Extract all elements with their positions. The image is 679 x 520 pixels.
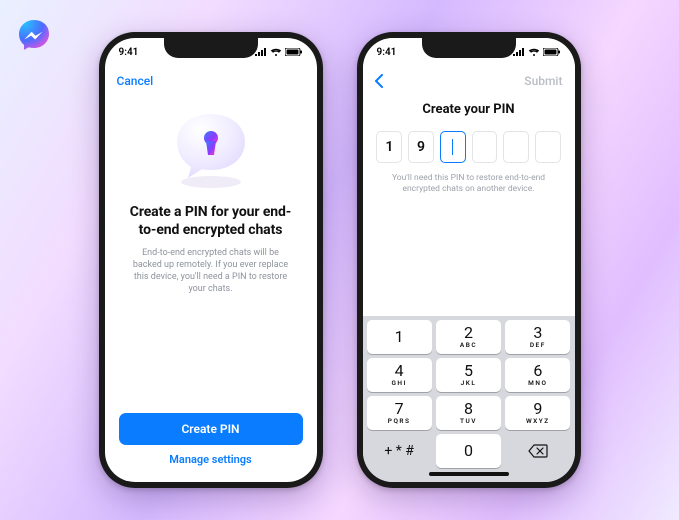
create-pin-title: Create your PIN	[363, 102, 575, 117]
wifi-icon	[528, 48, 540, 56]
nav-bar: Submit	[363, 66, 575, 96]
pin-digit-3[interactable]	[440, 131, 466, 163]
home-indicator	[429, 472, 509, 476]
back-button[interactable]	[375, 74, 384, 88]
device-notch	[422, 38, 516, 58]
pin-digit-4[interactable]	[472, 131, 498, 163]
keypad-key-7[interactable]: 7PQRS	[367, 396, 432, 430]
phone-mock-left: 9:41 Cancel	[99, 32, 323, 488]
pin-digit-2[interactable]: 9	[408, 131, 434, 163]
onboarding-hero: Create a PIN for your end-to-end encrypt…	[105, 96, 317, 413]
pin-digit-6[interactable]	[535, 131, 561, 163]
text-caret	[452, 139, 454, 155]
phone-screen: 9:41	[363, 38, 575, 482]
keypad-key-symbols[interactable]: + * #	[367, 434, 432, 468]
cancel-button[interactable]: Cancel	[117, 74, 154, 88]
pin-input-row: 1 9	[363, 131, 575, 163]
phone-mock-right: 9:41	[357, 32, 581, 488]
keypad-key-3[interactable]: 3DEF	[505, 320, 570, 354]
keypad-key-2[interactable]: 2ABC	[436, 320, 501, 354]
status-time: 9:41	[119, 47, 139, 58]
messenger-logo	[16, 18, 52, 54]
keypad-key-4[interactable]: 4GHI	[367, 358, 432, 392]
onboarding-body: End-to-end encrypted chats will be backe…	[125, 247, 297, 296]
wifi-icon	[270, 48, 282, 56]
pin-digit-5[interactable]	[503, 131, 529, 163]
pin-help-text: You'll need this PIN to restore end-to-e…	[363, 163, 575, 196]
keypad-key-1[interactable]: 1	[367, 320, 432, 354]
keypad-key-0[interactable]: 0	[436, 434, 501, 468]
lock-speech-bubble-icon	[161, 108, 261, 194]
keypad-key-delete[interactable]	[505, 434, 570, 468]
onboarding-footer: Create PIN Manage settings	[105, 413, 317, 482]
keypad-key-8[interactable]: 8TUV	[436, 396, 501, 430]
device-notch	[164, 38, 258, 58]
keypad-key-5[interactable]: 5JKL	[436, 358, 501, 392]
create-pin-button[interactable]: Create PIN	[119, 413, 303, 445]
battery-icon	[543, 48, 561, 56]
battery-icon	[285, 48, 303, 56]
keypad-key-9[interactable]: 9WXYZ	[505, 396, 570, 430]
phone-screen: 9:41 Cancel	[105, 38, 317, 482]
numeric-keypad: 1 2ABC 3DEF 4GHI 5JKL 6MNO 7PQRS 8TUV 9W…	[363, 316, 575, 482]
submit-button[interactable]: Submit	[524, 74, 562, 88]
onboarding-title: Create a PIN for your end-to-end encrypt…	[125, 204, 297, 239]
pin-digit-1[interactable]: 1	[376, 131, 402, 163]
chevron-left-icon	[375, 74, 384, 88]
promo-stage: 9:41 Cancel	[0, 0, 679, 520]
manage-settings-link[interactable]: Manage settings	[119, 453, 303, 466]
nav-bar: Cancel	[105, 66, 317, 96]
delete-icon	[528, 444, 548, 458]
status-time: 9:41	[377, 47, 397, 58]
keypad-key-6[interactable]: 6MNO	[505, 358, 570, 392]
